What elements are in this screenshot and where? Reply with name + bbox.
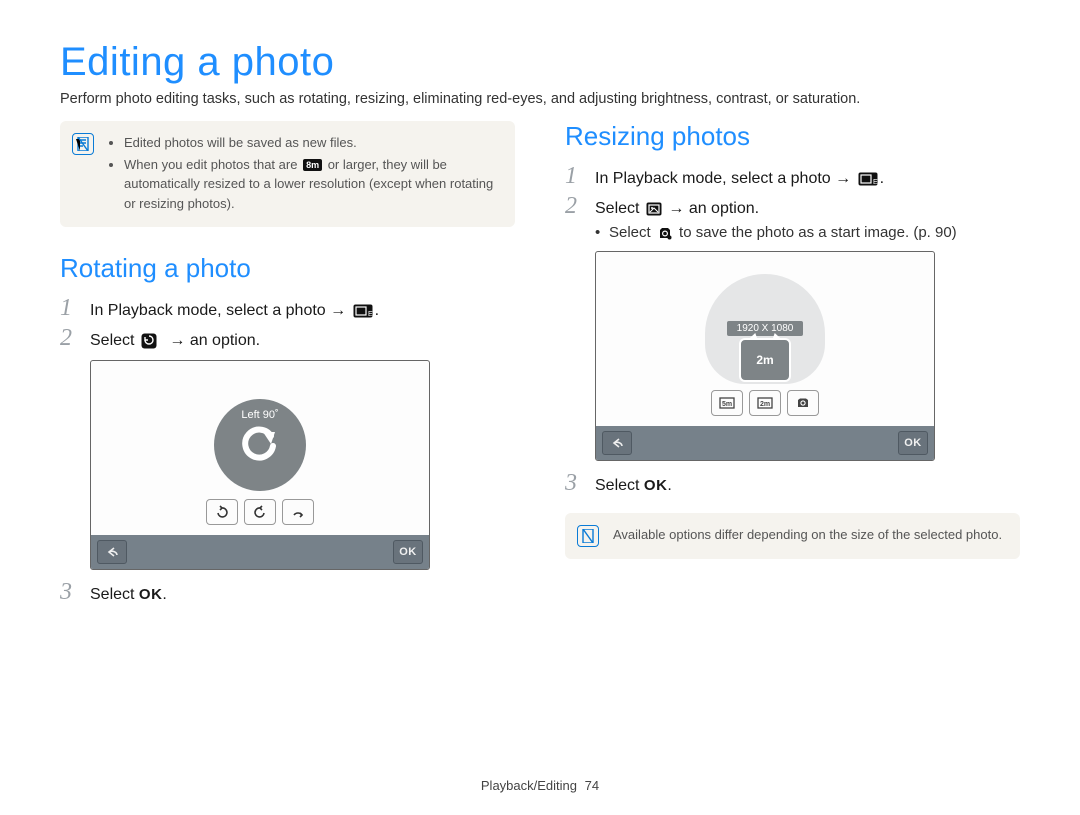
- rotate-preview-label: Left 90˚: [214, 409, 306, 421]
- dimensions-badge: 1920 X 1080: [727, 321, 804, 336]
- note-box-top: Edited photos will be saved as new files…: [60, 121, 515, 227]
- edit-menu-icon: E: [858, 172, 878, 186]
- rotate-arrow-icon: [237, 422, 283, 468]
- note-icon: [577, 525, 599, 547]
- edit-menu-icon: E: [353, 304, 373, 318]
- resize-option-start-icon[interactable]: [787, 390, 819, 416]
- resize-screenshot: 1920 X 1080 2m 5m 2m OK: [595, 251, 935, 461]
- svg-text:E: E: [368, 311, 373, 318]
- back-button[interactable]: [602, 431, 632, 455]
- rotate-option-flip-icon[interactable]: [282, 499, 314, 525]
- page-title: Editing a photo: [60, 40, 1020, 85]
- rotating-step-1: In Playback mode, select a photo → E.: [90, 302, 379, 320]
- note-item-2: When you edit photos that are 8m or larg…: [124, 155, 499, 214]
- resize-option-5m-icon[interactable]: 5m: [711, 390, 743, 416]
- svg-text:5m: 5m: [722, 401, 732, 408]
- size-open-badge-label: 2m: [756, 353, 773, 367]
- start-image-icon: [657, 226, 673, 240]
- svg-text:E: E: [873, 179, 878, 186]
- resizing-heading: Resizing photos: [565, 121, 1020, 152]
- ok-label: OK: [644, 477, 668, 494]
- resize-icon: [646, 202, 662, 216]
- rotate-preview-circle: Left 90˚: [214, 399, 306, 491]
- ok-label: OK: [139, 586, 163, 603]
- resizing-step-1: In Playback mode, select a photo → E.: [595, 170, 884, 188]
- rotate-option-right-icon[interactable]: [206, 499, 238, 525]
- step-number: 1: [60, 296, 78, 320]
- step-number: 3: [60, 580, 78, 604]
- ok-button[interactable]: OK: [898, 431, 928, 455]
- step-number: 2: [565, 194, 583, 218]
- step-number: 1: [565, 164, 583, 188]
- left-column: Edited photos will be saved as new files…: [60, 121, 515, 610]
- rotate-option-left-icon[interactable]: [244, 499, 276, 525]
- resizing-step-3: Select OK.: [595, 477, 672, 495]
- rotating-step-3: Select OK.: [90, 586, 167, 604]
- rotate-screenshot: Left 90˚ OK: [90, 360, 430, 570]
- right-column: Resizing photos 1 In Playback mode, sele…: [565, 121, 1020, 610]
- size-8m-icon: 8m: [303, 159, 322, 171]
- page-footer: Playback/Editing 74: [0, 778, 1080, 793]
- footer-page: 74: [585, 778, 599, 793]
- rotating-heading: Rotating a photo: [60, 253, 515, 284]
- resizing-step-2: Select → an option.: [595, 200, 759, 218]
- rotating-step-2: Select → an option.: [90, 332, 260, 350]
- note-item-1: Edited photos will be saved as new files…: [124, 133, 499, 153]
- note-icon: [72, 133, 94, 155]
- note-resize-text: Available options differ depending on th…: [613, 525, 1002, 547]
- back-button[interactable]: [97, 540, 127, 564]
- note-box-resize: Available options differ depending on th…: [565, 513, 1020, 559]
- resizing-sub-1: Select to save the photo as a start imag…: [595, 224, 1020, 241]
- step-number: 3: [565, 471, 583, 495]
- step-number: 2: [60, 326, 78, 350]
- page-intro: Perform photo editing tasks, such as rot…: [60, 91, 1020, 107]
- note-item-2a: When you edit photos that are: [124, 157, 301, 172]
- resize-option-2m-icon[interactable]: 2m: [749, 390, 781, 416]
- footer-section: Playback/Editing: [481, 778, 577, 793]
- size-open-badge: 2m: [739, 338, 791, 382]
- svg-text:2m: 2m: [760, 401, 770, 408]
- ok-button[interactable]: OK: [393, 540, 423, 564]
- rotate-icon: [141, 333, 157, 349]
